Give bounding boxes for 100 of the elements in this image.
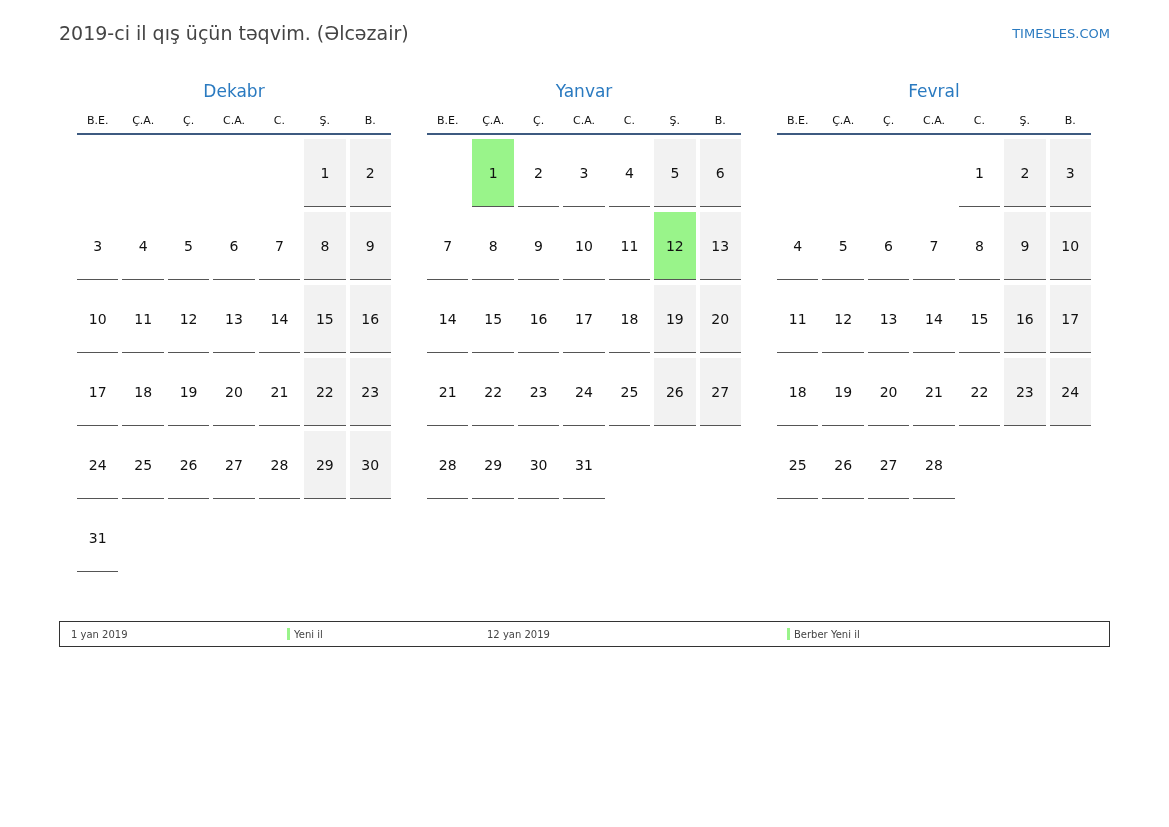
day-cell: 20 — [699, 285, 741, 353]
day-cell: 17 — [563, 285, 605, 353]
day-cell: 22 — [472, 358, 514, 426]
day-cell: 12 — [167, 285, 210, 353]
day-cell: 5 — [822, 212, 864, 280]
day-cell: 11 — [777, 285, 819, 353]
day-cell: 28 — [913, 431, 955, 499]
day-cell: 15 — [304, 285, 346, 353]
holiday-date: 12 yan 2019 — [487, 628, 551, 640]
day-cell: 24 — [563, 358, 605, 426]
day-cell: 28 — [258, 431, 301, 499]
day-cell: 21 — [427, 358, 469, 426]
day-cell: 2 — [349, 139, 391, 207]
day-cell: 17 — [77, 358, 119, 426]
day-cell: 21 — [913, 358, 955, 426]
weekday-label: Ç.A. — [831, 114, 856, 127]
day-cell: 10 — [563, 212, 605, 280]
day-cell: 19 — [654, 285, 696, 353]
weekday-label: B. — [1063, 114, 1077, 127]
day-cell: 10 — [1049, 212, 1091, 280]
day-cell: 22 — [304, 358, 346, 426]
day-cell: 29 — [304, 431, 346, 499]
day-cell: 4 — [608, 139, 651, 207]
weekday-label: C. — [272, 114, 286, 127]
day-cell: 23 — [1004, 358, 1046, 426]
day-cell: 18 — [608, 285, 651, 353]
day-cell: 11 — [122, 285, 164, 353]
day-cell: 9 — [517, 212, 560, 280]
day-cell: 31 — [77, 504, 119, 572]
day-cell: 28 — [427, 431, 469, 499]
weekday-label: Ş. — [318, 114, 332, 127]
day-cell: 27 — [699, 358, 741, 426]
weekday-label: Ç.A. — [131, 114, 156, 127]
day-cell: 2 — [517, 139, 560, 207]
weekday-label: C. — [972, 114, 986, 127]
day-cell: 22 — [958, 358, 1001, 426]
day-cell: 6 — [867, 212, 910, 280]
day-cell: 12 — [654, 212, 696, 280]
day-cell: 5 — [654, 139, 696, 207]
weekday-label: C.A. — [572, 114, 596, 127]
day-cell: 6 — [213, 212, 255, 280]
day-cell: 8 — [472, 212, 514, 280]
day-cell: 23 — [349, 358, 391, 426]
weekday-label: C.A. — [922, 114, 946, 127]
day-cell: 26 — [822, 431, 864, 499]
weekday-label: Ç. — [181, 114, 196, 127]
day-cell: 18 — [122, 358, 164, 426]
day-cell: 14 — [913, 285, 955, 353]
weekday-label: B.E. — [85, 114, 110, 127]
weekday-label: B.E. — [435, 114, 460, 127]
day-cell: 7 — [913, 212, 955, 280]
day-cell: 26 — [167, 431, 210, 499]
day-cell: 9 — [1004, 212, 1046, 280]
day-cell: 15 — [472, 285, 514, 353]
day-cell: 14 — [258, 285, 301, 353]
day-cell: 24 — [1049, 358, 1091, 426]
day-cell: 1 — [304, 139, 346, 207]
site-link[interactable]: TIMESLES.COM — [1012, 25, 1110, 41]
day-cell: 25 — [122, 431, 164, 499]
day-cell: 7 — [258, 212, 301, 280]
day-cell: 24 — [77, 431, 119, 499]
day-cell: 12 — [822, 285, 864, 353]
day-cell: 10 — [77, 285, 119, 353]
weekday-label: B.E. — [785, 114, 810, 127]
day-cell: 3 — [1049, 139, 1091, 207]
day-cell: 31 — [563, 431, 605, 499]
weekday-label: C. — [622, 114, 636, 127]
day-cell: 14 — [427, 285, 469, 353]
day-cell: 5 — [167, 212, 210, 280]
day-cell: 7 — [427, 212, 469, 280]
weekday-label: B. — [363, 114, 377, 127]
weekday-label: Ç. — [881, 114, 896, 127]
day-cell: 20 — [213, 358, 255, 426]
day-cell: 30 — [517, 431, 560, 499]
day-cell: 2 — [1004, 139, 1046, 207]
month-name: Yanvar — [554, 81, 614, 103]
weekday-label: Ç. — [531, 114, 546, 127]
weekday-label: Ç.A. — [481, 114, 506, 127]
day-cell: 15 — [958, 285, 1001, 353]
day-cell: 18 — [777, 358, 819, 426]
day-cell: 6 — [699, 139, 741, 207]
day-cell: 19 — [167, 358, 210, 426]
month-name: Fevral — [907, 81, 961, 103]
day-cell: 20 — [867, 358, 910, 426]
holiday-name: Yeni il — [294, 628, 323, 640]
day-cell: 4 — [122, 212, 164, 280]
day-cell: 16 — [349, 285, 391, 353]
day-cell: 9 — [349, 212, 391, 280]
month-name: Dekabr — [202, 81, 266, 103]
day-cell: 11 — [608, 212, 651, 280]
day-cell: 8 — [958, 212, 1001, 280]
day-cell: 23 — [517, 358, 560, 426]
day-cell: 13 — [213, 285, 255, 353]
day-cell: 21 — [258, 358, 301, 426]
day-cell: 16 — [1004, 285, 1046, 353]
weekday-label: C.A. — [222, 114, 246, 127]
day-cell: 25 — [777, 431, 819, 499]
weekday-label: Ş. — [668, 114, 682, 127]
day-cell: 16 — [517, 285, 560, 353]
day-cell: 27 — [867, 431, 910, 499]
